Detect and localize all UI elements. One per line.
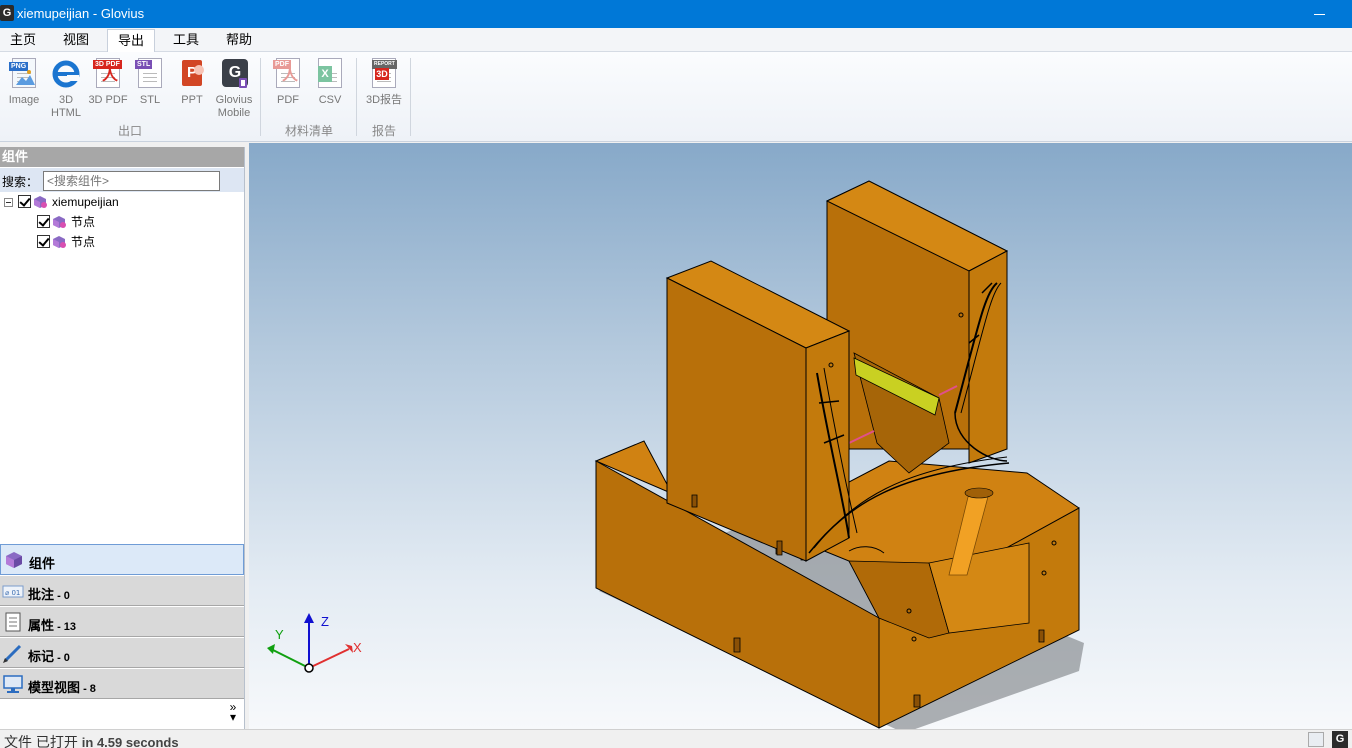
export-ppt-button[interactable]: P PPT xyxy=(172,58,212,107)
title-bar: G xiemupeijian - Glovius xyxy=(0,0,1352,28)
axis-y-label: Y xyxy=(275,627,284,642)
group-label-report: 报告 xyxy=(371,124,396,138)
accordion-label: 属性 - 13 xyxy=(28,618,77,633)
bom-pdf-button[interactable]: PDF 人 PDF xyxy=(268,58,308,107)
annotation-icon: ⌀ 01 xyxy=(2,585,24,598)
export-3d-html-button[interactable]: 3D HTML xyxy=(46,58,86,120)
accordion-annotations[interactable]: ⌀ 01 批注 - 0 xyxy=(0,575,244,606)
powerpoint-icon: P xyxy=(177,58,207,90)
export-glovius-mobile-button[interactable]: G Glovius Mobile xyxy=(212,58,256,120)
3d-report-icon: REPORT 3D xyxy=(369,58,399,90)
more-options-chevron-icon[interactable]: » ▾ xyxy=(226,701,240,723)
tree-node-checkbox[interactable] xyxy=(37,215,50,228)
search-label: 搜索： xyxy=(2,175,39,189)
part-node-icon xyxy=(53,216,66,228)
3d-report-label: 3D报告 xyxy=(365,94,403,106)
ribbon: PNG Image 3D HTML 3D PDF 人 3D PDF STL ST… xyxy=(0,52,1352,142)
tree-node-label: 节点 xyxy=(71,235,96,249)
tab-tools[interactable]: 工具 xyxy=(164,29,208,52)
bom-csv-button[interactable]: X CSV xyxy=(310,58,350,107)
menu-bar: 主页 视图 导出 工具 帮助 xyxy=(0,28,1352,52)
accordion-label: 组件 xyxy=(29,556,56,571)
group-label-bom: 材料清单 xyxy=(284,124,333,138)
window-title: xiemupeijian - Glovius xyxy=(17,6,145,21)
tab-export[interactable]: 导出 xyxy=(107,29,155,52)
components-panel: 组件 搜索： xiemupeijian 节点 节点 组件 ⌀ 01 批注 - 0… xyxy=(0,147,245,729)
properties-document-icon xyxy=(5,612,21,632)
accordion-model-views[interactable]: 模型视图 - 8 xyxy=(0,668,244,699)
accordion-label: 标记 - 0 xyxy=(28,649,70,664)
bom-pdf-label: PDF xyxy=(277,94,299,106)
bom-csv-label: CSV xyxy=(318,94,342,106)
group-separator xyxy=(356,58,357,136)
svg-text:⌀ 01: ⌀ 01 xyxy=(5,589,20,597)
tree-node-row[interactable]: 节点 xyxy=(0,233,244,251)
status-message: 文件 已打开 in 4.59 seconds xyxy=(4,734,179,748)
export-ppt-label: PPT xyxy=(181,94,203,106)
minimize-button[interactable] xyxy=(1310,4,1330,24)
3d-model-render xyxy=(267,180,1084,729)
png-image-icon: PNG xyxy=(9,58,39,90)
3d-pdf-icon: 3D PDF 人 xyxy=(93,58,123,90)
model-view-monitor-icon xyxy=(3,675,23,693)
export-stl-button[interactable]: STL STL xyxy=(130,58,170,107)
tab-view[interactable]: 视图 xyxy=(54,29,98,52)
status-layout-icon[interactable] xyxy=(1308,732,1324,747)
tree-node-checkbox[interactable] xyxy=(37,235,50,248)
stl-file-icon: STL xyxy=(135,58,165,90)
accordion-label: 批注 - 0 xyxy=(28,587,70,602)
components-cube-icon xyxy=(6,552,22,568)
tree-root-label: xiemupeijian xyxy=(52,195,119,209)
status-bar: 文件 已打开 in 4.59 seconds G xyxy=(0,729,1352,748)
export-image-button[interactable]: PNG Image xyxy=(4,58,44,107)
export-3d-html-label: 3D HTML xyxy=(51,94,81,119)
search-input[interactable] xyxy=(43,171,220,191)
tab-help[interactable]: 帮助 xyxy=(217,29,261,52)
tab-home[interactable]: 主页 xyxy=(2,29,44,52)
3d-report-button[interactable]: REPORT 3D 3D报告 xyxy=(362,58,406,107)
part-node-icon xyxy=(53,236,66,248)
accordion-markup[interactable]: 标记 - 0 xyxy=(0,637,244,668)
axis-z-label: Z xyxy=(321,614,329,629)
panel-header: 组件 xyxy=(0,147,244,167)
accordion-properties[interactable]: 属性 - 13 xyxy=(0,606,244,637)
collapse-toggle-icon[interactable] xyxy=(4,198,13,207)
group-label-export: 出口 xyxy=(117,124,142,138)
assembly-icon xyxy=(34,196,47,208)
export-image-label: Image xyxy=(8,94,40,106)
ie-html-icon xyxy=(51,58,81,90)
group-separator xyxy=(260,58,261,136)
export-glovius-mobile-label: Glovius Mobile xyxy=(215,94,253,119)
tree-node-label: 节点 xyxy=(71,215,96,229)
glovius-status-icon[interactable]: G xyxy=(1332,731,1348,748)
glovius-mobile-icon: G xyxy=(219,58,249,90)
search-row: 搜索： xyxy=(0,168,244,192)
accordion-components[interactable]: 组件 xyxy=(0,544,244,575)
markup-pen-icon xyxy=(3,644,22,663)
tree-node-row[interactable]: 节点 xyxy=(0,213,244,231)
export-3d-pdf-label: 3D PDF xyxy=(88,94,128,106)
glovius-app-icon[interactable]: G xyxy=(0,5,14,21)
tree-root-checkbox[interactable] xyxy=(18,195,31,208)
group-separator xyxy=(410,58,411,136)
csv-excel-icon: X xyxy=(315,58,345,90)
accordion-label: 模型视图 - 8 xyxy=(28,680,96,695)
tree-root-row[interactable]: xiemupeijian xyxy=(0,193,244,211)
export-3d-pdf-button[interactable]: 3D PDF 人 3D PDF xyxy=(88,58,128,107)
axis-x-label: X xyxy=(353,640,362,655)
axis-triad xyxy=(267,613,353,673)
3d-viewport[interactable]: Z X Y xyxy=(249,143,1352,729)
export-stl-label: STL xyxy=(139,94,161,106)
pdf-icon: PDF 人 xyxy=(273,58,303,90)
